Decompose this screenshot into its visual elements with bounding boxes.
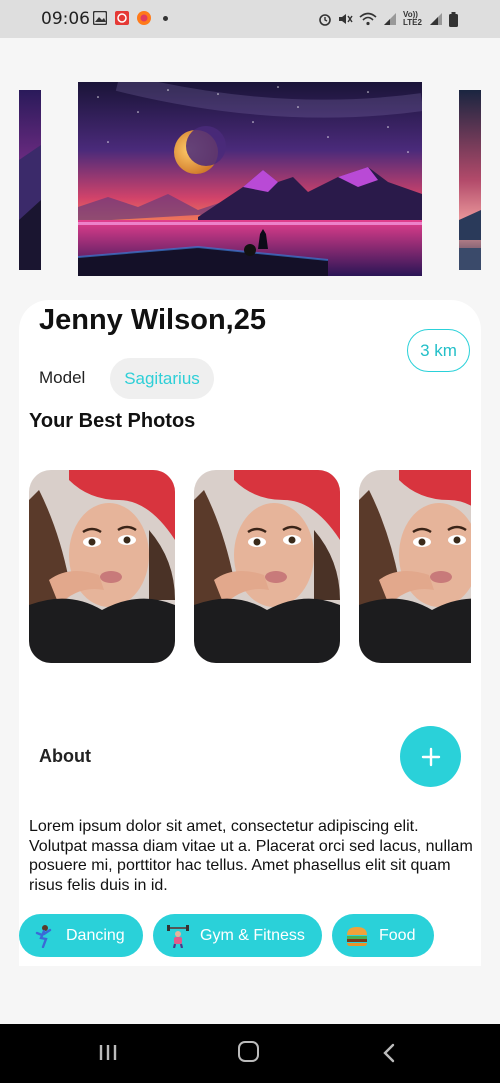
- wifi-icon: [359, 12, 377, 26]
- signal-icon: [384, 13, 396, 25]
- interests-list: Dancing Gym & Fitness Food: [19, 914, 481, 958]
- interest-chip-dancing[interactable]: Dancing: [19, 914, 143, 957]
- interest-chip-gym[interactable]: Gym & Fitness: [153, 914, 322, 957]
- recent-apps-icon[interactable]: [99, 1044, 117, 1061]
- about-text: Lorem ipsum dolor sit amet, consectetur …: [29, 818, 473, 894]
- firefox-icon: [137, 11, 151, 25]
- notification-dot: [163, 16, 168, 21]
- burger-icon: [347, 926, 367, 946]
- best-photos-title: Your Best Photos: [29, 410, 196, 432]
- dancer-icon: [35, 924, 52, 948]
- volte-label: Vo)) LTE2: [403, 10, 422, 27]
- photo-thumbnail[interactable]: [194, 470, 340, 663]
- add-button[interactable]: [400, 726, 461, 787]
- portrait-photo: [194, 470, 340, 663]
- navigation-bar: [0, 1024, 500, 1083]
- carousel-indicator: [244, 244, 256, 256]
- plus-icon: [421, 747, 440, 766]
- app-icon: [115, 11, 129, 25]
- profile-card: Jenny Wilson,25 3 km Model Sagitarius Yo…: [19, 300, 481, 966]
- interest-label: Dancing: [66, 926, 125, 944]
- interest-chip-food[interactable]: Food: [332, 914, 434, 957]
- best-photos-list[interactable]: [29, 470, 471, 663]
- back-icon[interactable]: [383, 1043, 395, 1063]
- distance-badge: 3 km: [407, 329, 470, 372]
- zodiac-tag: Sagitarius: [110, 358, 214, 399]
- alarm-icon: [319, 14, 331, 26]
- about-title: About: [39, 746, 91, 766]
- space-landscape-image: [459, 90, 481, 270]
- mute-icon: [339, 14, 353, 24]
- carousel-slide-next[interactable]: [459, 90, 481, 270]
- photo-thumbnail[interactable]: [359, 470, 471, 663]
- interest-label: Gym & Fitness: [200, 926, 305, 944]
- status-right-icons: Vo)) LTE2: [318, 10, 458, 28]
- space-landscape-image: [19, 90, 41, 270]
- profession-tag: Model: [39, 368, 86, 387]
- profile-name: Jenny Wilson,25: [39, 304, 266, 336]
- photo-thumbnail[interactable]: [29, 470, 175, 663]
- weightlifter-icon: [167, 924, 189, 948]
- portrait-photo: [359, 470, 471, 663]
- signal-icon-2: [430, 13, 442, 25]
- portrait-photo: [29, 470, 175, 663]
- home-icon[interactable]: [238, 1041, 259, 1062]
- battery-icon: [449, 11, 458, 27]
- status-bar: 09:06 Vo)) LTE2: [0, 0, 500, 38]
- carousel-slide-previous[interactable]: [19, 90, 41, 270]
- status-time: 09:06: [41, 9, 90, 29]
- image-carousel[interactable]: [0, 82, 500, 278]
- interest-label: Food: [379, 926, 416, 944]
- image-icon: [93, 11, 107, 25]
